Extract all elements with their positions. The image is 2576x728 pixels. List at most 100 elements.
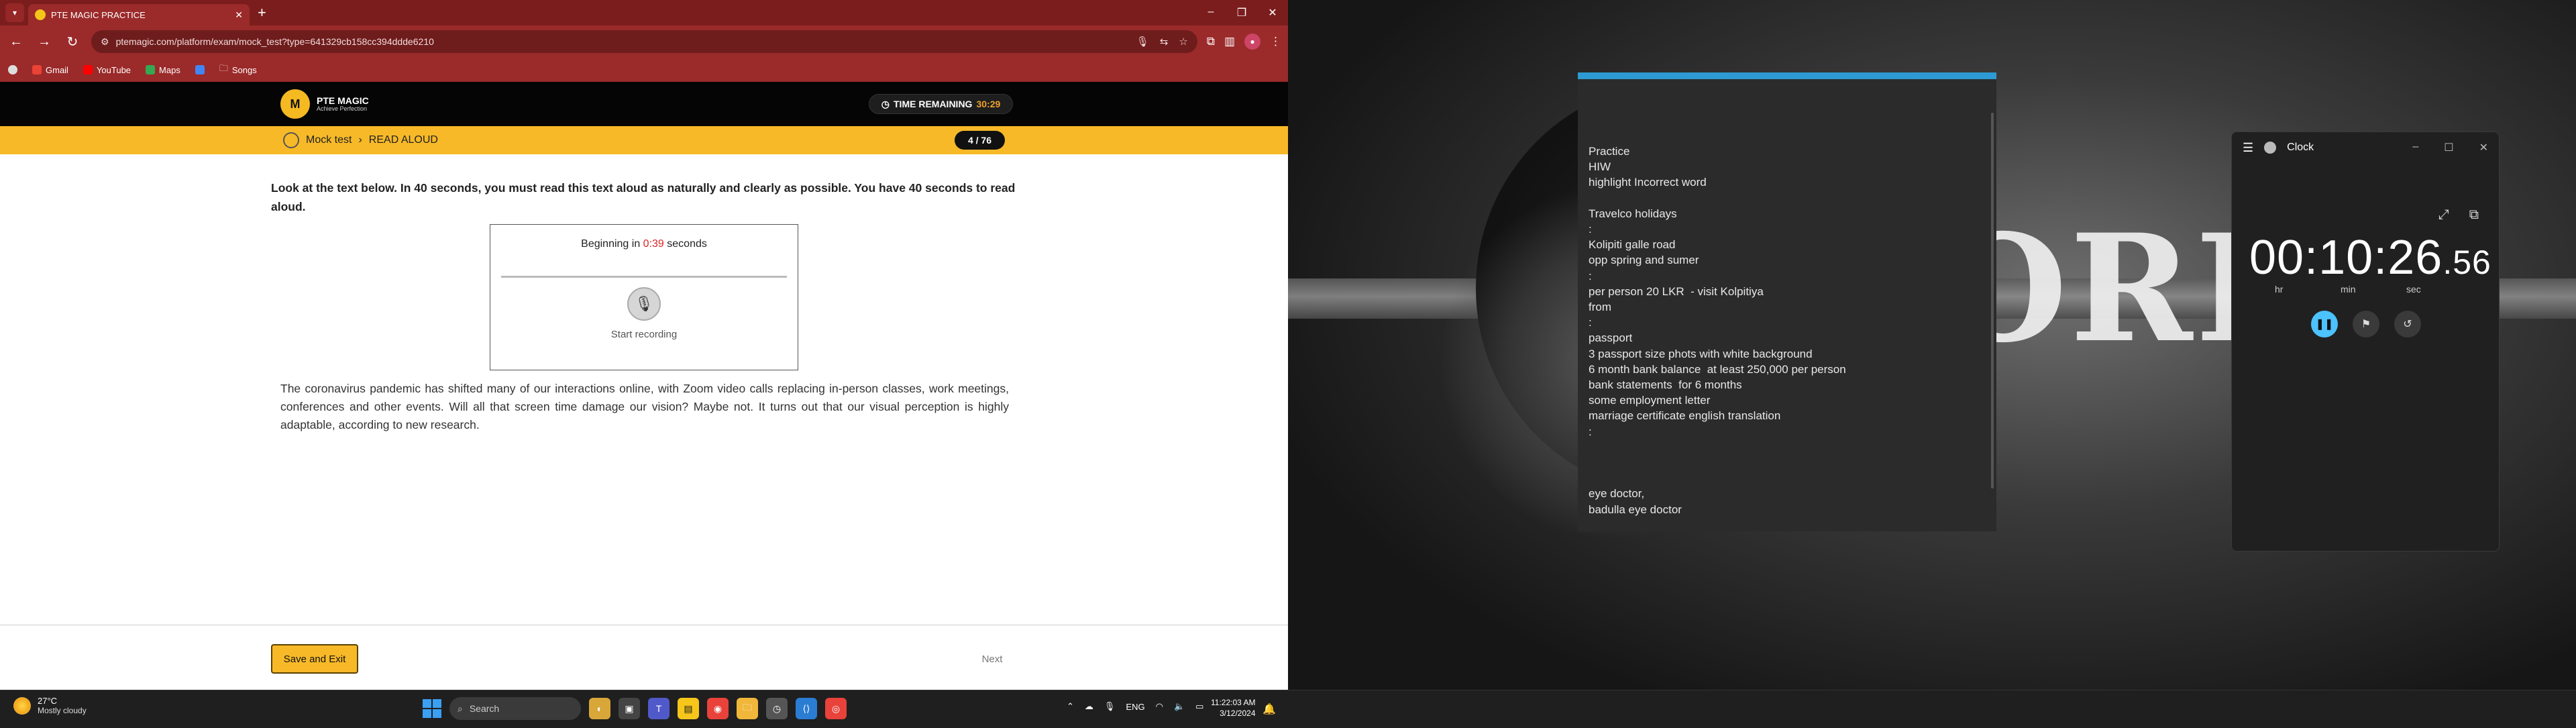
menu-icon[interactable]: ⋮ (1270, 35, 1281, 48)
brand-name: PTE MAGIC (317, 95, 369, 106)
breadcrumb-section: Mock test (306, 134, 352, 146)
site-header: M PTE MAGIC Achieve Perfection ◷ TIME RE… (0, 82, 1288, 126)
notes-line: highlight Incorrect word (1589, 176, 1707, 189)
extensions-icon[interactable]: ⧉ (1207, 35, 1215, 48)
reset-button[interactable]: ↺ (2394, 311, 2421, 337)
mic-icon[interactable]: 🎙 (1136, 36, 1149, 48)
system-tray: ⌃ ☁ 🎙 ENG ◠ 🔈 ▭ (1067, 701, 1203, 712)
timer-label: TIME REMAINING (894, 99, 973, 109)
pause-button[interactable]: ❚❚ (2311, 311, 2338, 337)
system-clock[interactable]: 11:22:03 AM 3/12/2024 (1211, 697, 1256, 719)
bookmark-youtube[interactable]: YouTube (83, 65, 131, 75)
compact-overlay-icon[interactable]: ⧉ (2469, 207, 2479, 223)
notes-line: : (1589, 269, 1592, 282)
minimize-icon[interactable]: – (1195, 6, 1226, 19)
site-logo[interactable]: M PTE MAGIC Achieve Perfection (280, 89, 369, 119)
restore-icon[interactable]: ❐ (1226, 6, 1257, 19)
maximize-icon[interactable]: ☐ (2444, 141, 2453, 154)
notes-line: bank statements for 6 months (1589, 378, 1742, 392)
close-icon[interactable]: ✕ (2479, 141, 2488, 154)
stopwatch-display: 00:10:26.56 (2249, 231, 2491, 284)
mic-tray-icon[interactable]: 🎙 (1104, 701, 1116, 712)
sticky-notes-icon[interactable]: ▤ (678, 698, 699, 719)
show-hidden-icon[interactable]: ⌃ (1067, 701, 1074, 712)
breadcrumb-task: READ ALOUD (368, 134, 438, 146)
language-indicator[interactable]: ENG (1126, 702, 1144, 712)
read-aloud-passage: The coronavirus pandemic has shifted man… (280, 382, 1009, 431)
address-bar[interactable]: ⚙ ptemagic.com/platform/exam/mock_test?t… (91, 30, 1197, 53)
browser-window: ▾ PTE MAGIC PRACTICE ✕ + – ❐ ✕ ← → ↻ ⚙ p… (0, 0, 1288, 690)
microphone-icon[interactable]: 🎙 (627, 287, 661, 321)
notes-line: : (1589, 316, 1592, 329)
notes-line: per person 20 LKR - visit Kolpitiya (1589, 284, 1764, 298)
notes-line: 3 passport size phots with white backgro… (1589, 347, 1813, 360)
lap-flag-button[interactable]: ⚑ (2353, 311, 2379, 337)
profile-avatar[interactable]: ● (1244, 34, 1260, 50)
stopwatch-centiseconds: .56 (2443, 244, 2491, 281)
wifi-icon[interactable]: ◠ (1156, 701, 1163, 712)
folder-icon: 🗀 (219, 63, 228, 73)
notes-line (1589, 191, 1996, 206)
browser-tab[interactable]: PTE MAGIC PRACTICE ✕ (28, 4, 250, 25)
notes-window: Practice HIW highlight Incorrect word Trav… (1578, 72, 1996, 531)
chrome-profile-icon[interactable]: ◉ (707, 698, 729, 719)
bookmark-folder-songs[interactable]: 🗀 Songs (219, 62, 257, 77)
vscode-icon[interactable]: ⟨⟩ (796, 698, 817, 719)
stopwatch-minutes: 10 (2318, 231, 2374, 284)
close-window-icon[interactable]: ✕ (1257, 6, 1288, 19)
browser-toolbar: ← → ↻ ⚙ ptemagic.com/platform/exam/mock_… (0, 25, 1288, 58)
battery-icon[interactable]: ▭ (1195, 701, 1203, 712)
notes-accent-bar (1578, 72, 1996, 79)
bookmark-extra[interactable] (195, 65, 205, 74)
minimize-icon[interactable]: – (2412, 141, 2418, 154)
window-controls: – ❐ ✕ (1195, 6, 1288, 19)
stopwatch-hours: 00 (2249, 231, 2305, 284)
expand-icon[interactable]: ⤢ (2438, 207, 2449, 223)
tab-search-icon[interactable]: ▾ (5, 3, 24, 22)
notes-line: Travelco holidays (1589, 207, 1677, 220)
onedrive-icon[interactable]: ☁ (1085, 701, 1093, 712)
system-time: 11:22:03 AM (1211, 698, 1256, 707)
weather-widget[interactable]: 27°C Mostly cloudy (13, 696, 87, 715)
bookmark-maps[interactable]: Maps (146, 65, 180, 75)
close-tab-icon[interactable]: ✕ (235, 9, 243, 21)
chrome-icon[interactable]: ◎ (825, 698, 847, 719)
reload-icon[interactable]: ↻ (63, 34, 82, 50)
notes-line: passport (1589, 331, 1633, 345)
home-icon[interactable] (283, 132, 299, 148)
teams-icon[interactable]: T (648, 698, 669, 719)
brand-tagline: Achieve Perfection (317, 105, 368, 112)
back-icon[interactable]: ← (7, 34, 25, 50)
logo-badge-icon: M (280, 89, 310, 119)
time-remaining: ◷ TIME REMAINING 30:29 (868, 94, 1014, 114)
chevron-right-icon: › (358, 134, 362, 146)
translate-icon[interactable]: ⇆ (1160, 36, 1169, 48)
notification-bell-icon[interactable]: 🔔 (1263, 703, 1276, 716)
next-button[interactable]: Next (969, 644, 1016, 674)
notes-line: : (1589, 425, 1592, 438)
bookmark-gmail[interactable]: Gmail (32, 65, 68, 75)
apps-icon[interactable] (8, 65, 17, 74)
forward-icon[interactable]: → (35, 34, 54, 50)
volume-icon[interactable]: 🔈 (1174, 701, 1185, 712)
notes-scrollbar[interactable] (1991, 113, 1994, 488)
start-icon[interactable] (423, 699, 441, 718)
notes-text-area[interactable]: Practice HIW highlight Incorrect word Trav… (1578, 79, 1996, 517)
copilot-icon[interactable]: ◐ (589, 698, 610, 719)
file-explorer-icon[interactable]: 🗀 (737, 698, 758, 719)
task-view-icon[interactable]: ▣ (619, 698, 640, 719)
weather-icon (13, 696, 31, 715)
windows-taskbar: 27°C Mostly cloudy ⌕ Search ◐ ▣ T ▤ ◉ 🗀 … (0, 690, 2576, 728)
minutes-label: min (2341, 284, 2356, 295)
clock-app-window: ☰ Clock – ☐ ✕ ⤢ ⧉ 00:10:26.56 hr min sec… (2231, 132, 2500, 552)
clock-taskbar-icon[interactable]: ◷ (766, 698, 788, 719)
new-tab-icon[interactable]: + (258, 4, 266, 21)
bookmark-star-icon[interactable]: ☆ (1179, 36, 1187, 48)
sidebar-icon[interactable]: ▥ (1224, 35, 1235, 48)
bookmarks-bar: Gmail YouTube Maps 🗀 Songs (0, 58, 1288, 82)
taskbar-search[interactable]: ⌕ Search (449, 697, 581, 720)
clock-title: Clock (2287, 142, 2314, 153)
site-info-icon[interactable]: ⚙ (101, 36, 109, 48)
hamburger-menu-icon[interactable]: ☰ (2243, 141, 2253, 155)
save-and-exit-button[interactable]: Save and Exit (271, 644, 358, 674)
